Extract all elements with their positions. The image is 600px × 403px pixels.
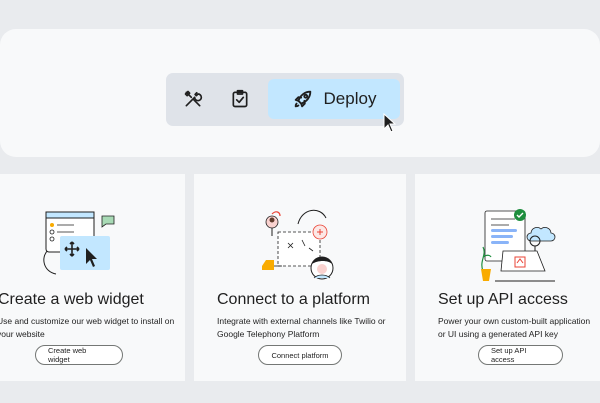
api-access-card: Set up API access Power your own custom-… — [415, 174, 600, 381]
rocket-icon — [294, 90, 311, 108]
connect-platform-card: Connect to a platform Integrate with ext… — [194, 174, 406, 381]
web-widget-illustration — [43, 211, 115, 275]
card-title: Create a web widget — [0, 291, 144, 308]
connect-platform-button[interactable]: Connect platform — [258, 345, 342, 365]
card-title: Connect to a platform — [217, 291, 370, 308]
card-title: Set up API access — [438, 291, 568, 308]
card-description: Power your own custom-built application … — [438, 316, 591, 339]
create-web-widget-button[interactable]: Create web widget — [35, 345, 123, 365]
set-up-api-access-button[interactable]: Set up API access — [478, 345, 563, 365]
card-description: Use and customize our web widget to inst… — [0, 316, 175, 339]
deploy-toolbar: Deploy — [166, 73, 404, 126]
tools-button[interactable] — [175, 80, 211, 118]
web-widget-card: Create a web widget Use and customize ou… — [0, 174, 185, 381]
tools-icon — [184, 90, 203, 107]
platform-illustration — [262, 209, 334, 280]
checklist-button[interactable] — [222, 80, 258, 118]
deploy-label: Deploy — [323, 89, 377, 108]
mouse-pointer-icon — [383, 113, 397, 133]
api-illustration — [481, 209, 556, 282]
clipboard-check-icon — [232, 89, 248, 108]
deploy-button[interactable]: Deploy — [268, 79, 400, 119]
card-description: Integrate with external channels like Tw… — [217, 316, 386, 339]
